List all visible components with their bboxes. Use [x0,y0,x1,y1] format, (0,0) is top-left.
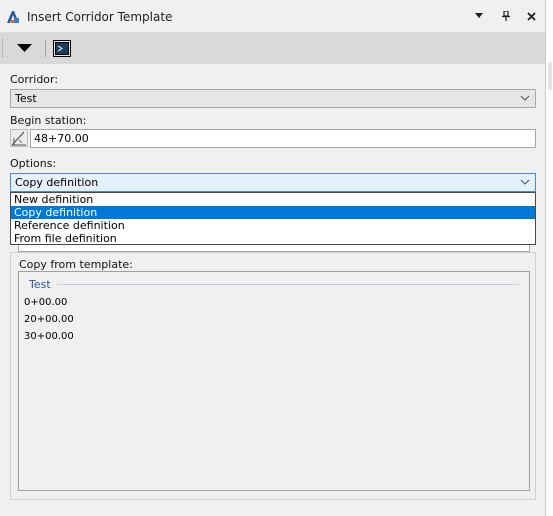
options-label: Options: [10,157,57,170]
options-select[interactable]: Copy definition [10,173,536,192]
app-logo-icon [7,11,19,23]
begin-station-input[interactable] [30,129,536,148]
toolbar-grip[interactable] [2,39,5,57]
corridor-label: Corridor: [10,73,59,86]
close-icon[interactable] [522,7,540,25]
title-bar: Insert Corridor Template [0,0,545,33]
list-item[interactable]: 30+00.00 [24,331,74,342]
corridor-value: Test [15,92,37,105]
group-divider [57,284,519,285]
options-selected-value: Copy definition [15,176,99,189]
view-window-icon[interactable] [50,37,74,59]
background-scrollbar [548,62,552,90]
corridor-select[interactable]: Test [10,89,536,108]
list-item[interactable]: 0+00.00 [24,297,67,308]
copy-from-template-label: Copy from template: [19,258,133,271]
background-window-edge [546,0,553,516]
dropdown-option-copy-definition[interactable]: Copy definition [11,206,535,219]
menu-caret-icon[interactable] [470,7,488,25]
toolbar-separator [45,40,46,57]
options-dropdown-list: New definition Copy definition Reference… [10,192,536,245]
list-item[interactable]: 20+00.00 [24,314,74,325]
dropdown-option-from-file-definition[interactable]: From file definition [11,232,535,245]
template-tree[interactable]: Test 0+00.00 20+00.00 30+00.00 [18,271,530,491]
template-group-header: Test [29,278,51,291]
insert-corridor-template-panel: Insert Corridor Template Corridor: Test … [0,0,546,516]
dropdown-option-new-definition[interactable]: New definition [11,193,535,206]
toolbar [0,33,545,64]
station-pick-icon[interactable] [10,129,28,147]
begin-station-label: Begin station: [10,114,87,127]
dropdown-option-reference-definition[interactable]: Reference definition [11,219,535,232]
pin-icon[interactable] [497,7,515,25]
dropdown-triangle-icon[interactable] [12,37,36,59]
window-title: Insert Corridor Template [27,10,173,24]
chevron-down-icon [520,179,530,185]
chevron-down-icon [520,95,530,101]
